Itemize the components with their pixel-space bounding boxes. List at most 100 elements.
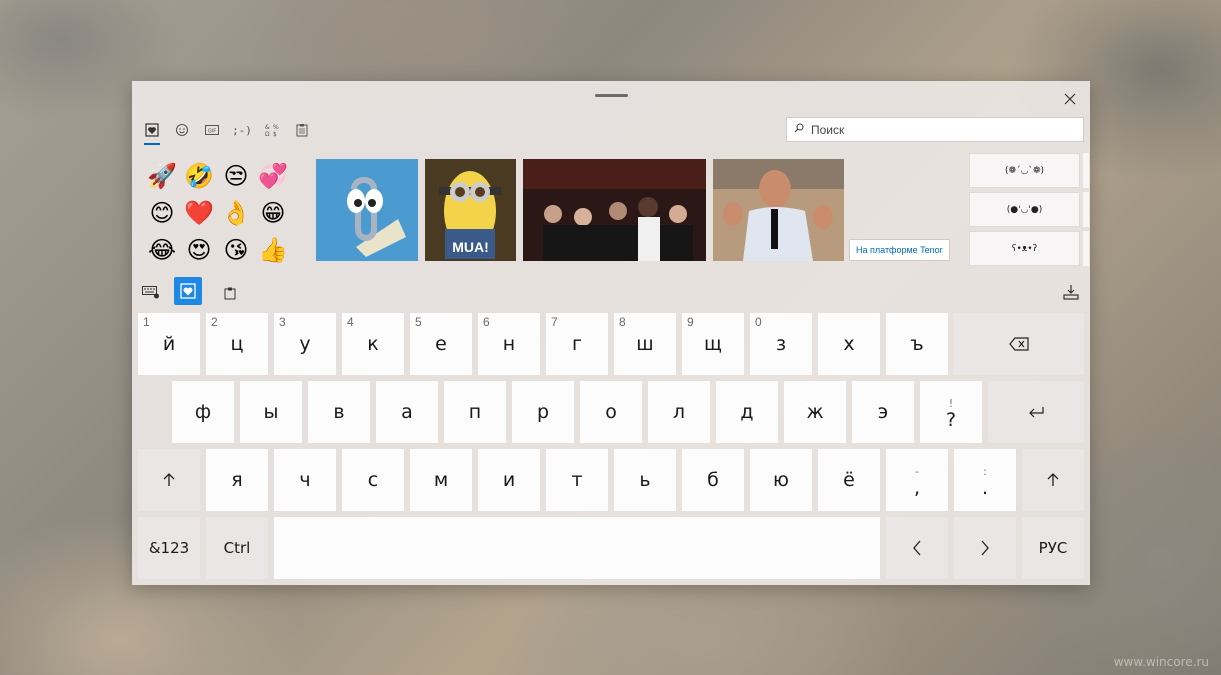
emoji-revolving-hearts[interactable]: 💞 [255,158,291,195]
symbols-key[interactable]: &123 [138,517,200,579]
backspace-key[interactable] [954,313,1084,375]
key[interactable]: ю [750,449,812,511]
tab-symbols[interactable]: & % Ω $ [262,119,282,141]
kaomoji-overflow [1083,153,1089,188]
kaomoji-item[interactable]: ʕ•ᴥ•ʔ [969,231,1080,266]
key-label: т [571,469,583,491]
svg-text:&: & [265,124,270,131]
key-label: Ctrl [223,539,251,557]
gif-minion[interactable]: MUA! [425,159,516,261]
key[interactable]: ё [818,449,880,511]
key[interactable]: 8ш [614,313,676,375]
emoji-kiss[interactable]: 😘 [218,232,254,269]
emoji-joy[interactable]: 😂 [144,232,180,269]
key[interactable]: ж [784,381,846,443]
drag-handle[interactable] [595,94,628,97]
key[interactable]: 9щ [682,313,744,375]
key[interactable]: д [716,381,778,443]
emoji-rocket[interactable]: 🚀 [144,158,180,195]
tab-emoji[interactable] [172,119,192,141]
gif-caption: MUA! [452,239,489,255]
key-label: , [913,477,921,499]
key[interactable]: о [580,381,642,443]
keyboard-toolbar [132,277,1090,305]
tab-heart-frame[interactable] [142,119,162,145]
left-arrow-key[interactable] [886,517,948,579]
key[interactable]: 2ц [206,313,268,375]
heart-frame-icon [145,123,159,137]
key-label: ъ [910,333,924,355]
key[interactable]: а [376,381,438,443]
key[interactable]: т [546,449,608,511]
shift-key-left[interactable] [138,449,200,511]
emoji-thumbs-up[interactable]: 👍 [255,232,291,269]
search-input[interactable]: Поиск [786,117,1084,142]
emoji-unamused[interactable]: 😒 [218,158,254,195]
key[interactable]: 7г [546,313,608,375]
emoji-red-heart[interactable]: ❤️ [181,195,217,232]
kaomoji-item[interactable]: (●'◡'●) [969,192,1080,227]
key[interactable]: ы [240,381,302,443]
key[interactable]: ч [274,449,336,511]
key[interactable]: ъ [886,313,948,375]
key[interactable]: в [308,381,370,443]
gif-oscar-audience[interactable] [523,159,706,261]
key[interactable]: 6н [478,313,540,375]
key-label: х [843,333,855,355]
key[interactable]: 3у [274,313,336,375]
key[interactable]: и [478,449,540,511]
ctrl-key[interactable]: Ctrl [206,517,268,579]
tab-kaomoji[interactable]: ;-) [232,119,252,141]
key[interactable]: м [410,449,472,511]
right-arrow-key[interactable] [954,517,1016,579]
key[interactable]: л [648,381,710,443]
key[interactable]: б [682,449,744,511]
clipboard-button[interactable] [222,284,238,302]
space-key[interactable] [274,517,880,579]
key[interactable]: ф [172,381,234,443]
key-label: ь [639,469,651,491]
gif-cheering-man[interactable] [713,159,844,261]
dock-button[interactable] [1060,281,1082,303]
key-label: п [468,401,482,423]
key[interactable]: 1й [138,313,200,375]
language-key[interactable]: РУС [1022,517,1084,579]
key[interactable]: !? [920,381,982,443]
kaomoji-item[interactable]: (❁´◡`❁) [969,153,1080,188]
shift-key-right[interactable] [1022,449,1084,511]
key[interactable]: р [512,381,574,443]
key-number: 3 [279,315,286,329]
key[interactable]: 0з [750,313,812,375]
tab-gif[interactable]: GIF [202,119,222,141]
key[interactable]: 5е [410,313,472,375]
key[interactable]: я [206,449,268,511]
gif-clippy[interactable] [316,159,418,261]
key-number: 5 [415,315,422,329]
key-label: РУС [1038,539,1068,557]
key[interactable]: :. [954,449,1016,511]
chevron-left-icon [913,540,921,556]
key[interactable]: -, [886,449,948,511]
clipboard-icon [296,124,308,137]
tab-clipboard[interactable] [292,119,312,141]
key-label: . [981,477,989,499]
emoji-heart-eyes[interactable]: 😍 [181,232,217,269]
keyboard-settings-button[interactable] [140,281,162,303]
key[interactable]: п [444,381,506,443]
key[interactable]: с [342,449,404,511]
key[interactable]: э [852,381,914,443]
key-label: ё [843,469,855,491]
key[interactable]: х [818,313,880,375]
key[interactable]: ь [614,449,676,511]
key-label: г [572,333,582,355]
emoji-smiling[interactable]: 😊 [144,195,180,232]
emoji-grin[interactable]: 😁 [255,195,291,232]
close-button[interactable] [1056,85,1084,113]
emoji-panel-button[interactable] [174,277,202,305]
key-label: ю [773,469,789,491]
enter-key[interactable] [988,381,1084,443]
key[interactable]: 4к [342,313,404,375]
emoji-ok-hand[interactable]: 👌 [218,195,254,232]
tenor-attribution[interactable]: На платформе Tenor [849,239,950,261]
emoji-rofl[interactable]: 🤣 [181,158,217,195]
